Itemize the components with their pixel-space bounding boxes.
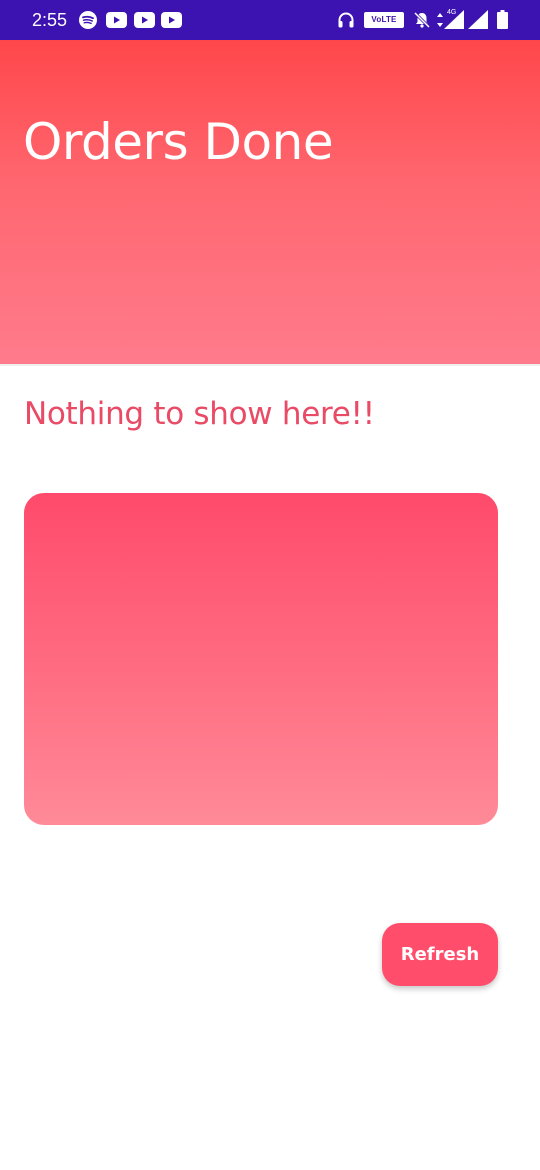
signal-icon [444, 10, 464, 29]
header-divider [0, 364, 540, 366]
signal-icon [468, 10, 488, 29]
page-title: Orders Done [23, 113, 334, 171]
headset-icon [338, 12, 354, 28]
volte-icon: VoLTE [364, 12, 404, 28]
refresh-button[interactable]: Refresh [382, 923, 498, 986]
youtube-icon [106, 12, 127, 28]
battery-icon [497, 10, 508, 29]
data-arrows-icon [437, 13, 443, 27]
youtube-icon [161, 12, 182, 28]
spotify-icon [79, 11, 97, 29]
youtube-icon [134, 12, 155, 28]
status-time: 2:55 [32, 10, 68, 30]
empty-state-message: Nothing to show here!! [24, 396, 375, 432]
empty-state-card [24, 493, 498, 825]
bell-off-icon [413, 11, 431, 29]
header: Orders Done [0, 40, 540, 364]
status-bar: 2:55 VoLTE 4G [0, 0, 540, 40]
